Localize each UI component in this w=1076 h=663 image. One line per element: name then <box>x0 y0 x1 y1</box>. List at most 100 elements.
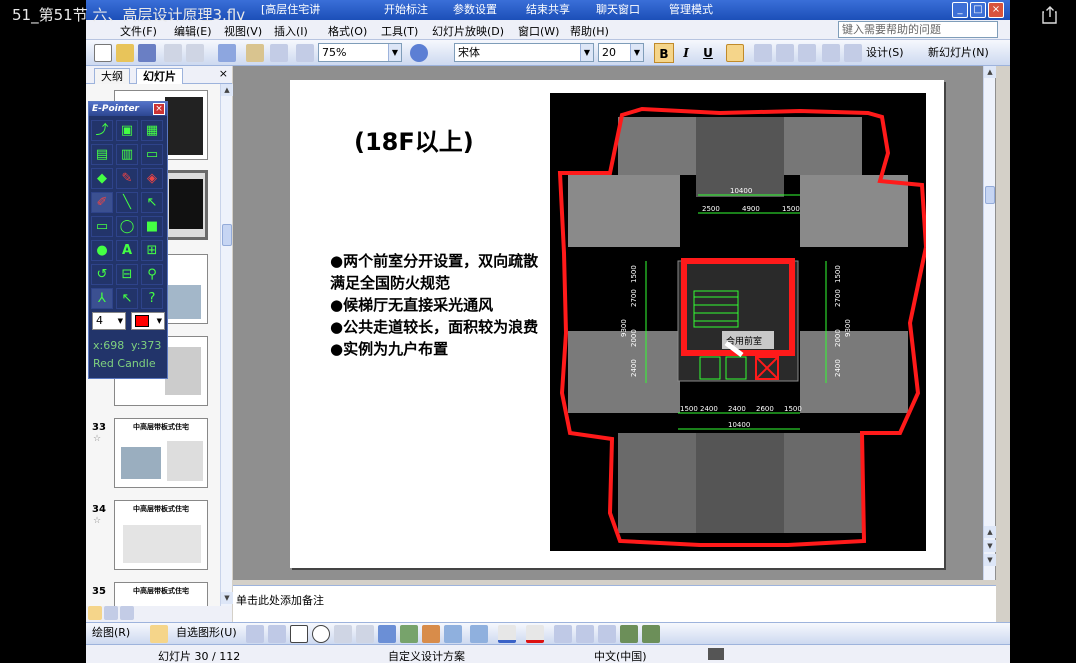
scroll-up-icon[interactable]: ▲ <box>984 66 996 78</box>
textbox-icon[interactable] <box>334 625 352 643</box>
scroll-down-icon[interactable]: ▼ <box>221 592 233 604</box>
italic-button[interactable]: I <box>676 43 696 63</box>
pen-icon[interactable]: ✎ <box>116 168 138 189</box>
grid-icon[interactable]: ⊞ <box>141 240 163 261</box>
shadow-icon[interactable] <box>620 625 638 643</box>
scroll-up-icon[interactable]: ▲ <box>221 84 233 96</box>
thumbnails-scrollbar[interactable]: ▲ ▼ <box>220 84 233 606</box>
prev-slide-icon[interactable]: ▲ <box>984 526 996 538</box>
scroll-thumb[interactable] <box>985 186 995 204</box>
filled-oval-icon[interactable]: ● <box>91 240 113 261</box>
close-icon[interactable]: × <box>219 67 228 80</box>
line-color-icon[interactable] <box>498 625 516 643</box>
cursor-icon[interactable]: ↖ <box>116 288 138 309</box>
arrow-icon[interactable] <box>268 625 286 643</box>
rectangle-icon[interactable]: ▭ <box>91 216 113 237</box>
numbered-list-icon[interactable] <box>754 44 772 62</box>
picture-icon[interactable] <box>444 625 462 643</box>
undo-icon[interactable] <box>218 44 236 62</box>
arrow-style-icon[interactable] <box>598 625 616 643</box>
share-icon[interactable] <box>1042 6 1058 24</box>
insert-chart-icon[interactable] <box>246 44 264 62</box>
copy-icon[interactable]: ▤ <box>91 144 113 165</box>
select-pointer-icon[interactable] <box>150 625 168 643</box>
zoom-select[interactable]: 75% ▼ <box>318 43 402 62</box>
bold-button[interactable]: B <box>654 43 674 63</box>
slide-title[interactable]: (18F以上) <box>354 122 474 157</box>
increase-font-icon[interactable] <box>798 44 816 62</box>
tab-outline[interactable]: 大纲 <box>94 68 130 84</box>
diagram-icon[interactable] <box>400 625 418 643</box>
slideshow-view-icon[interactable] <box>120 606 134 620</box>
screenshot-icon[interactable]: ▦ <box>141 120 163 141</box>
paste-icon[interactable]: ▥ <box>116 144 138 165</box>
font-color-icon[interactable] <box>526 625 544 643</box>
e-pointer-palette[interactable]: E-Pointer × ⤴ ▣ ▦ ▤ ▥ ▭ ◆ ✎ ◈ ✐ ╲ ↖ ▭ ◯ … <box>88 101 168 379</box>
plan-block <box>784 433 862 533</box>
decrease-indent-icon[interactable] <box>822 44 840 62</box>
layout-icon[interactable]: ⊟ <box>116 264 138 285</box>
line-icon[interactable]: ╲ <box>116 192 138 213</box>
bullet-list[interactable]: ●两个前室分开设置，双向疏散满足全国防火规范 ●候梯厅无直接采光通风 ●公共走道… <box>330 250 550 360</box>
fill-color-icon[interactable] <box>470 625 488 643</box>
line-style-icon[interactable] <box>554 625 572 643</box>
wordart-icon[interactable] <box>378 625 396 643</box>
scroll-down-icon[interactable]: ▼ <box>984 554 996 566</box>
line-width-select[interactable]: 4 ▼ <box>92 312 126 330</box>
slide-thumbnail[interactable]: 中高层带板式住宅 <box>114 582 208 606</box>
font-size-select[interactable]: 20 ▼ <box>598 43 644 62</box>
plan-image <box>123 525 201 563</box>
open-icon[interactable]: ⤴ <box>91 120 113 141</box>
oval-icon[interactable] <box>312 625 330 643</box>
open-icon[interactable] <box>116 44 134 62</box>
oval-icon[interactable]: ◯ <box>116 216 138 237</box>
text-icon[interactable]: A <box>116 240 138 261</box>
rectangle-icon[interactable] <box>290 625 308 643</box>
align-left-icon[interactable] <box>726 44 744 62</box>
slide-thumbnail[interactable]: 中高层带板式住宅 <box>114 500 208 570</box>
help-icon[interactable] <box>410 44 428 62</box>
pointer-mode-icon[interactable]: ⅄ <box>91 288 113 309</box>
slide-canvas[interactable]: (18F以上) ●两个前室分开设置，双向疏散满足全国防火规范 ●候梯厅无直接采光… <box>290 80 944 568</box>
highlighter-icon[interactable]: ◈ <box>141 168 163 189</box>
help-icon[interactable]: ? <box>141 288 163 309</box>
eraser-icon[interactable]: ◆ <box>91 168 113 189</box>
design-button[interactable]: 设计(S) <box>866 44 904 62</box>
scroll-thumb[interactable] <box>222 224 232 246</box>
notes-pane[interactable]: 单击此处添加备注 <box>233 585 996 622</box>
save-icon[interactable] <box>138 44 156 62</box>
dash-style-icon[interactable] <box>576 625 594 643</box>
sorter-view-icon[interactable] <box>104 606 118 620</box>
preview-icon[interactable] <box>186 44 204 62</box>
close-icon[interactable]: × <box>153 103 165 115</box>
arrow-icon[interactable]: ↖ <box>141 192 163 213</box>
tab-slides[interactable]: 幻灯片 <box>136 68 183 84</box>
filled-rectangle-icon[interactable]: ■ <box>141 216 163 237</box>
chevron-down-icon: ▼ <box>580 44 593 61</box>
3d-style-icon[interactable] <box>642 625 660 643</box>
save-icon[interactable]: ▣ <box>116 120 138 141</box>
clipart-icon[interactable] <box>422 625 440 643</box>
draw-menu-button[interactable]: 绘图(R) <box>92 624 130 642</box>
underline-button[interactable]: U <box>698 43 718 63</box>
slide-scrollbar[interactable]: ▲ ▲ ▼ ▼ <box>983 66 996 580</box>
bullet-list-icon[interactable] <box>776 44 794 62</box>
grid-icon[interactable] <box>296 44 314 62</box>
line-icon[interactable] <box>246 625 264 643</box>
pen-color-select[interactable]: ▼ <box>131 312 165 330</box>
marker-icon[interactable]: ✐ <box>91 192 113 213</box>
print-icon[interactable] <box>164 44 182 62</box>
slide-thumbnail[interactable]: 中高层带板式住宅 <box>114 418 208 488</box>
insert-table-icon[interactable] <box>270 44 288 62</box>
font-name-select[interactable]: 宋体 ▼ <box>454 43 594 62</box>
vertical-textbox-icon[interactable] <box>356 625 374 643</box>
next-slide-icon[interactable]: ▼ <box>984 540 996 552</box>
zoom-icon[interactable]: ⚲ <box>141 264 163 285</box>
autoshapes-button[interactable]: 自选图形(U) <box>176 624 237 642</box>
new-slide-button[interactable]: 新幻灯片(N) <box>928 44 989 62</box>
increase-indent-icon[interactable] <box>844 44 862 62</box>
undo-icon[interactable]: ↺ <box>91 264 113 285</box>
normal-view-icon[interactable] <box>88 606 102 620</box>
new-icon[interactable] <box>94 44 112 62</box>
whiteboard-icon[interactable]: ▭ <box>141 144 163 165</box>
